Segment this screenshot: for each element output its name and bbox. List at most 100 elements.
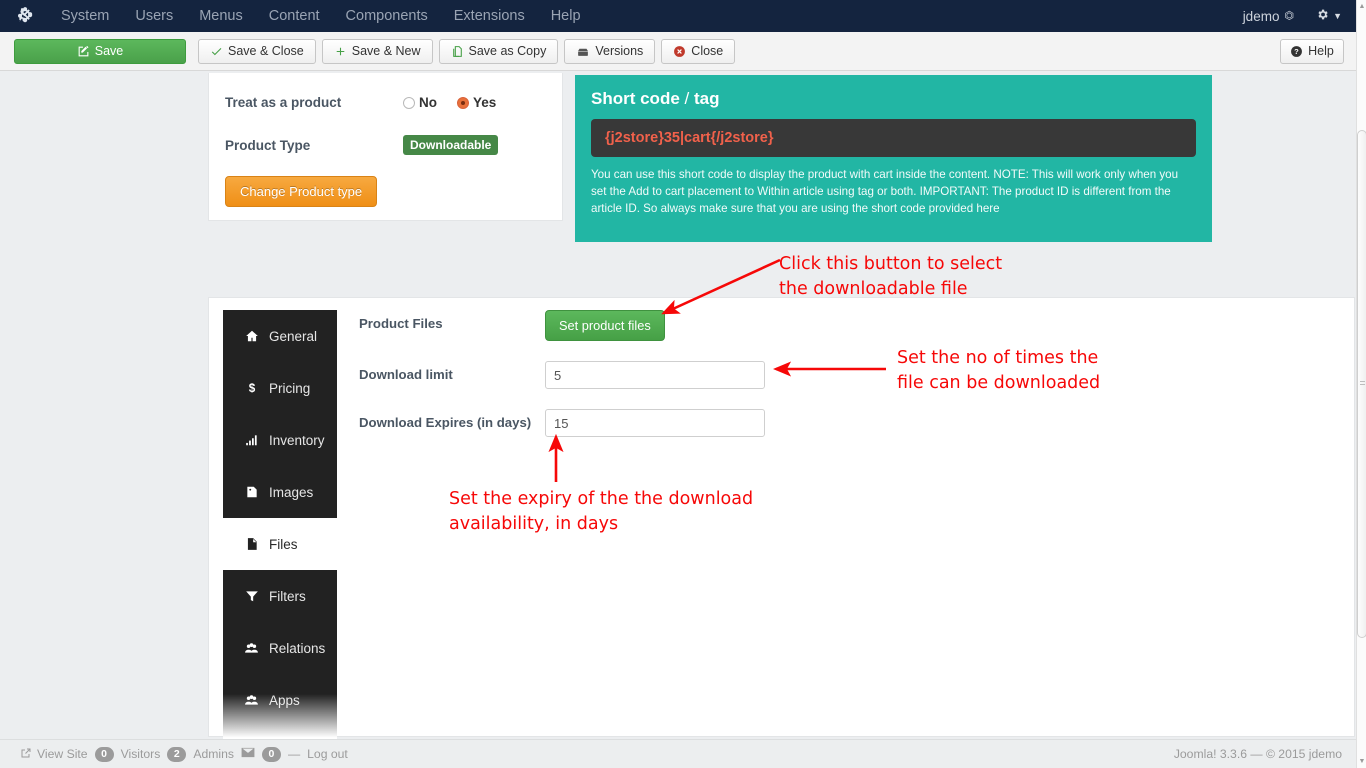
admin-bar-right: jdemo ⏣ ▼: [1243, 8, 1356, 24]
scroll-up-icon[interactable]: ▲: [1357, 0, 1366, 13]
scroll-down-icon[interactable]: ▼: [1357, 755, 1366, 768]
menu-item-extensions[interactable]: Extensions: [441, 0, 538, 32]
save-close-label: Save & Close: [228, 44, 304, 58]
bar-chart-icon: [244, 433, 259, 447]
sidebar-item-label: Apps: [269, 692, 300, 708]
visitors-count-badge: 0: [94, 746, 114, 762]
download-expires-row: Download Expires (in days): [359, 409, 765, 437]
download-limit-input[interactable]: [545, 361, 765, 389]
close-label: Close: [691, 44, 724, 58]
download-expires-label: Download Expires (in days): [359, 415, 532, 430]
sidebar-item-files[interactable]: Files: [223, 518, 337, 570]
annotation-label-3: Set the expiry of the the download avail…: [449, 489, 754, 534]
sidebar-item-general[interactable]: General: [223, 310, 337, 362]
close-icon: [673, 45, 686, 58]
copy-icon: [451, 45, 464, 58]
versions-button[interactable]: Versions: [564, 38, 656, 64]
status-bar: View Site 0 Visitors 2 Admins 0 — Log ou…: [0, 739, 1356, 768]
logout-link[interactable]: Log out: [307, 747, 348, 761]
product-files-row: Product Files Set product files: [359, 310, 765, 341]
sidebar-item-label: Filters: [269, 588, 306, 604]
treat-as-product-radios: No Yes: [403, 95, 496, 110]
sidebar-item-label: General: [269, 328, 318, 344]
menu-item-menus[interactable]: Menus: [186, 0, 256, 32]
sidebar-item-label: Relations: [269, 640, 326, 656]
menu-item-users[interactable]: Users: [122, 0, 186, 32]
menu-item-system[interactable]: System: [48, 0, 122, 32]
settings-menu[interactable]: ▼: [1316, 8, 1342, 24]
view-site-link[interactable]: View Site: [20, 747, 88, 762]
download-expires-input[interactable]: [545, 409, 765, 437]
short-code-title-sep: /: [679, 89, 694, 108]
help-button[interactable]: ? Help: [1280, 38, 1344, 64]
joomla-logo-icon[interactable]: [0, 6, 48, 26]
save-button[interactable]: Save: [14, 38, 186, 64]
user-menu[interactable]: jdemo ⏣: [1243, 9, 1310, 24]
check-icon: [210, 45, 223, 58]
help-label: Help: [1308, 44, 1334, 58]
external-link-icon: [20, 747, 32, 762]
file-icon: [244, 537, 259, 551]
sidebar-item-label: Files: [269, 536, 298, 552]
sidebar-item-inventory[interactable]: Inventory: [223, 414, 337, 466]
menu-item-content[interactable]: Content: [256, 0, 333, 32]
save-as-copy-label: Save as Copy: [468, 44, 547, 58]
messages-count-badge: 0: [261, 746, 281, 762]
short-code-title-main: Short code: [591, 89, 680, 108]
set-product-files-button[interactable]: Set product files: [545, 310, 665, 341]
funnel-icon: [244, 589, 259, 603]
menu-item-components[interactable]: Components: [333, 0, 441, 32]
save-as-copy-button[interactable]: Save as Copy: [438, 38, 559, 64]
image-icon: [244, 485, 259, 499]
scrollbar-thumb[interactable]: [1357, 130, 1366, 638]
files-tab-form: Product Files Set product files Download…: [359, 310, 765, 457]
radio-yes[interactable]: [457, 96, 469, 109]
product-type-row: Product Type Downloadable: [225, 135, 545, 155]
treat-as-product-label: Treat as a product: [225, 95, 342, 110]
dollar-icon: $: [244, 381, 259, 395]
admin-menu-bar: System Users Menus Content Components Ex…: [0, 0, 1356, 32]
sidebar-item-apps[interactable]: Apps: [223, 674, 337, 726]
short-code-title-sub: tag: [693, 89, 720, 108]
sidebar-item-label: Pricing: [269, 380, 311, 396]
sidebar-item-images[interactable]: Images: [223, 466, 337, 518]
archive-icon: [576, 45, 590, 58]
sidebar-item-relations[interactable]: Relations: [223, 622, 337, 674]
sidebar-item-pricing[interactable]: $ Pricing: [223, 362, 337, 414]
envelope-icon[interactable]: [241, 745, 255, 763]
save-new-button[interactable]: Save & New: [321, 38, 433, 64]
help-icon: ?: [1290, 45, 1303, 58]
save-close-button[interactable]: Save & Close: [198, 38, 316, 64]
versions-label: Versions: [595, 44, 644, 58]
home-icon: [244, 329, 259, 343]
product-tabs-sidebar: General $ Pricing Inventory Images Files…: [223, 310, 337, 739]
sidebar-item-label: Inventory: [269, 432, 325, 448]
admins-label: Admins: [193, 747, 234, 761]
gear-icon: [1316, 8, 1329, 24]
svg-text:$: $: [248, 382, 255, 395]
download-limit-label: Download limit: [359, 367, 453, 382]
radio-no[interactable]: [403, 96, 415, 109]
status-dash: —: [287, 747, 301, 761]
admins-count-badge: 2: [167, 746, 187, 762]
admin-menu: System Users Menus Content Components Ex…: [48, 0, 594, 32]
change-product-type-button[interactable]: Change Product type: [225, 176, 378, 207]
product-details-panel: General $ Pricing Inventory Images Files…: [208, 297, 1355, 739]
save-new-label: Save & New: [351, 44, 421, 58]
treat-as-product-row: Treat as a product No Yes: [225, 95, 545, 110]
status-bar-left: View Site 0 Visitors 2 Admins 0 — Log ou…: [20, 745, 348, 763]
short-code-value[interactable]: {j2store}35|cart{/j2store}: [591, 119, 1196, 157]
sidebar-item-filters[interactable]: Filters: [223, 570, 337, 622]
annotation-label-1: Click this button to select the download…: [779, 254, 1003, 299]
close-button[interactable]: Close: [661, 38, 736, 64]
save-button-label: Save: [94, 44, 124, 58]
annotation-label-2: Set the no of times the file can be down…: [897, 348, 1101, 393]
page-scrollbar[interactable]: ▲ ▼: [1356, 0, 1366, 768]
product-type-badge: Downloadable: [403, 135, 499, 155]
product-files-label: Product Files: [359, 316, 443, 331]
menu-item-help[interactable]: Help: [538, 0, 594, 32]
plus-icon: [334, 45, 347, 58]
group-icon: [244, 641, 259, 655]
copyright-text: Joomla! 3.3.6 — © 2015 jdemo: [1173, 747, 1342, 761]
group-icon: [244, 693, 259, 707]
